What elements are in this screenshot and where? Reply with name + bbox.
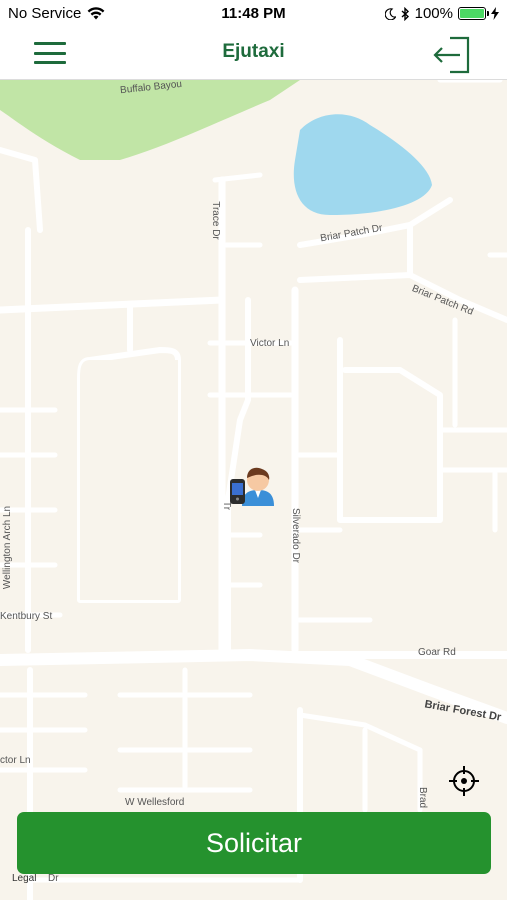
moon-icon — [384, 7, 396, 20]
map-label-wellington-arch-ln: Wellington Arch Ln — [2, 505, 14, 590]
navigation-bar: Ejutaxi — [0, 28, 507, 80]
map-label-w-wellesford: W Wellesford — [125, 797, 185, 808]
map-label-goar-rd: Goar Rd — [418, 647, 456, 658]
app-title: Ejutaxi — [222, 41, 285, 62]
map-label-trace-dr: Trace Dr — [209, 201, 221, 240]
status-bar: No Service 11:48 PM 100% — [0, 0, 507, 28]
map-label-bottom-dr: Dr — [48, 873, 59, 884]
map-label-kentbury-st: Kentbury St — [0, 611, 53, 622]
charging-icon — [491, 7, 499, 20]
battery-percent: 100% — [414, 5, 453, 22]
map-label-victor-ln: Victor Ln — [250, 338, 290, 349]
battery-level — [460, 9, 484, 18]
crosshair-icon[interactable] — [448, 765, 480, 797]
user-location-icon[interactable] — [228, 460, 278, 512]
status-right: 100% — [384, 5, 499, 22]
request-ride-button[interactable]: Solicitar — [17, 812, 491, 874]
map-label-legal: Legal — [12, 873, 37, 884]
logout-icon[interactable] — [432, 32, 474, 74]
map-label-victor-ln-2: ctor Ln — [0, 755, 31, 766]
map-label-brad: Brad — [417, 786, 429, 809]
battery-icon — [458, 7, 489, 20]
map-label-silverado-dr: Silverado Dr — [290, 507, 302, 564]
map-view[interactable]: Buffalo Bayou Briar Patch Dr Trace Dr Br… — [0, 80, 507, 900]
bluetooth-icon — [401, 6, 409, 21]
